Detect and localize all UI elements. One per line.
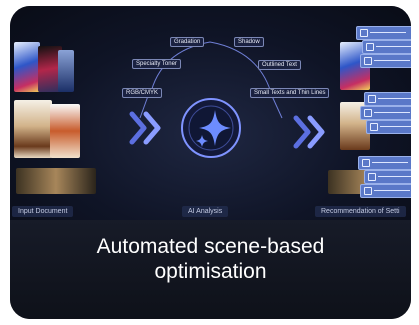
node-outlined-text: Outlined Text: [258, 60, 301, 70]
rec-setting-row: [356, 26, 411, 40]
stage-label-input: Input Document: [12, 206, 74, 217]
rec-setting-row: [366, 120, 411, 134]
rec-setting-row: [360, 54, 411, 68]
right-chevrons-icon: [293, 115, 325, 149]
thumb-poster-3: [58, 50, 74, 92]
left-chevrons-icon: [129, 111, 161, 145]
thumb-food-1: [14, 100, 52, 158]
node-gradation: Gradation: [170, 37, 205, 47]
thumb-poster-1: [14, 42, 40, 92]
node-rgb-cmyk: RGB/CMYK: [122, 88, 163, 98]
node-small-texts: Small Texts and Thin Lines: [250, 88, 330, 98]
feature-card[interactable]: Gradation Shadow Specialty Toner Outline…: [10, 6, 411, 319]
node-shadow: Shadow: [234, 37, 264, 47]
stage-label-analysis: AI Analysis: [182, 206, 229, 217]
rec-setting-row: [358, 156, 411, 170]
caption-line-1: Automated scene-based: [96, 235, 325, 258]
thumb-food-2: [50, 104, 80, 158]
stage-label-recommendation: Recommendation of Setti: [315, 206, 406, 217]
caption-area: Automated scene-based optimisation: [10, 220, 411, 319]
rec-setting-row: [360, 106, 411, 120]
caption-line-2: optimisation: [154, 260, 267, 283]
node-specialty-toner: Specialty Toner: [132, 59, 181, 69]
thumb-interior: [16, 168, 96, 194]
rec-setting-row: [362, 40, 411, 54]
rec-setting-row: [364, 170, 411, 184]
rec-setting-row: [364, 92, 411, 106]
rec-setting-row: [360, 184, 411, 198]
hero-illustration: Gradation Shadow Specialty Toner Outline…: [10, 6, 411, 220]
feature-caption: Automated scene-based optimisation: [10, 234, 411, 284]
